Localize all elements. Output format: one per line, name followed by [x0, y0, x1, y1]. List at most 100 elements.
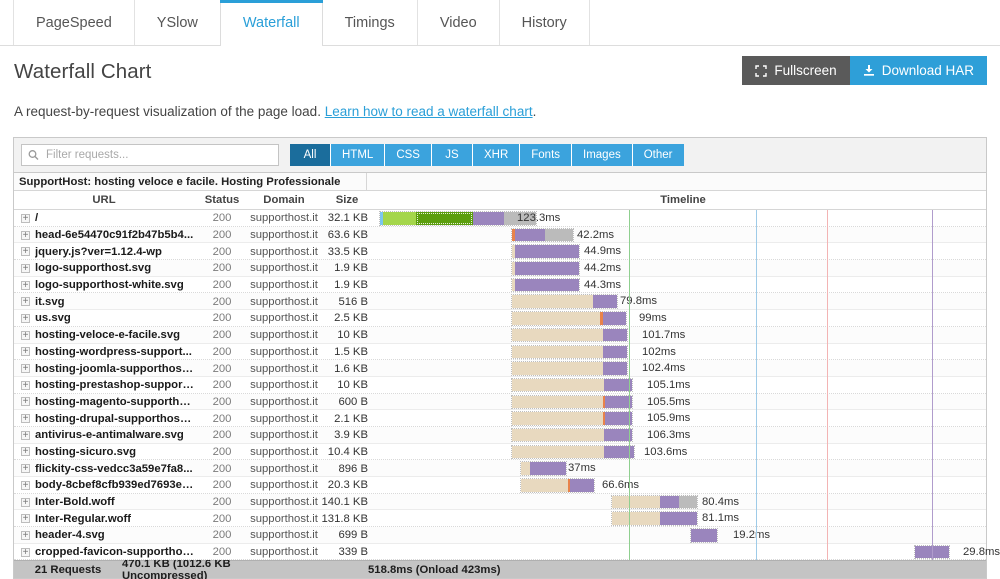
search-input[interactable]: [21, 144, 279, 166]
filter-html[interactable]: HTML: [331, 144, 386, 166]
timeline-bar[interactable]: [690, 528, 718, 543]
fullscreen-button[interactable]: Fullscreen: [742, 56, 850, 85]
table-row[interactable]: + cropped-favicon-supporthos... 200 support…: [14, 543, 1000, 561]
timeline-bar[interactable]: [511, 361, 628, 376]
table-row[interactable]: + body-8cbef8cfb939ed7693e0... 200 supporth…: [14, 477, 986, 494]
cell-timeline: 102.4ms: [380, 360, 986, 377]
subtitle-suffix: .: [532, 104, 537, 119]
table-row[interactable]: + Inter-Bold.woff 200 supporthost.it 140.1 K…: [14, 493, 986, 511]
timeline-bar[interactable]: [511, 277, 580, 293]
table-row[interactable]: + hosting-drupal-supporthost.... 200 suppor…: [14, 410, 986, 427]
expand-row-icon[interactable]: +: [21, 480, 30, 490]
expand-row-icon[interactable]: +: [21, 464, 30, 474]
cell-domain: supporthost.it: [250, 329, 318, 342]
expand-row-icon[interactable]: +: [21, 347, 30, 357]
table-row[interactable]: + header-4.svg 200 supporthost.it 699 B 19.2m…: [14, 527, 986, 544]
expand-row-icon[interactable]: +: [21, 414, 30, 424]
table-row[interactable]: + hosting-magento-supportho... 200 supporth…: [14, 393, 986, 411]
tab-waterfall[interactable]: Waterfall: [219, 0, 323, 46]
timeline-bar[interactable]: [511, 344, 628, 359]
filter-images[interactable]: Images: [572, 144, 633, 166]
filter-js[interactable]: JS: [431, 144, 473, 166]
waterfall-help-link[interactable]: Learn how to read a waterfall chart: [325, 104, 533, 119]
timeline-bar[interactable]: [611, 511, 698, 526]
table-body: +/200 supporthost.it 32.1 KB 123.3ms + head-6…: [14, 210, 1000, 561]
filter-fonts[interactable]: Fonts: [520, 144, 573, 166]
tab-yslow[interactable]: YSlow: [133, 0, 221, 45]
table-row[interactable]: + us.svg 200 supporthost.it 2.5 KB 99ms: [14, 310, 986, 327]
tab-pagespeed[interactable]: PageSpeed: [13, 0, 135, 45]
timeline-bar[interactable]: [511, 327, 628, 343]
filter-xhr[interactable]: XHR: [472, 144, 521, 166]
timeline-bar[interactable]: [511, 377, 633, 393]
expand-row-icon[interactable]: +: [21, 497, 30, 507]
expand-row-icon[interactable]: +: [21, 263, 30, 273]
bar-segment-wait: [593, 295, 617, 308]
table-row[interactable]: + hosting-sicuro.svg 200 supporthost.it 10.4…: [14, 443, 986, 461]
table-row[interactable]: + hosting-wordpress-support... 200 supporth…: [14, 343, 986, 361]
cell-status: 200: [212, 262, 232, 275]
timeline-bar[interactable]: [511, 444, 635, 460]
column-header-url[interactable]: URL: [14, 194, 194, 206]
column-header-timeline[interactable]: Timeline: [380, 194, 986, 206]
table-row[interactable]: + jquery.js?ver=1.12.4-wp 200 supporthost.i…: [14, 243, 986, 261]
table-row[interactable]: +/200 supporthost.it 32.1 KB 123.3ms: [14, 210, 986, 227]
table-row[interactable]: + head-6e54470c91f2b47b5b4... 200 supportho…: [14, 226, 986, 244]
expand-row-icon[interactable]: +: [21, 280, 30, 290]
timeline-bar[interactable]: [511, 394, 633, 410]
expand-row-icon[interactable]: +: [21, 547, 30, 557]
expand-row-icon[interactable]: +: [21, 514, 30, 524]
timeline-bar[interactable]: [511, 261, 580, 276]
cell-url: + /: [14, 212, 194, 224]
table-row[interactable]: + it.svg 200 supporthost.it 516 B 79.8ms: [14, 293, 986, 311]
filter-css[interactable]: CSS: [385, 144, 432, 166]
expand-row-icon[interactable]: +: [21, 447, 30, 457]
tab-timings[interactable]: Timings: [321, 0, 418, 45]
column-header-size[interactable]: Size: [318, 194, 376, 206]
timeline-bar[interactable]: [511, 244, 580, 259]
timeline-bar[interactable]: [511, 294, 618, 309]
timeline-bar[interactable]: [379, 211, 537, 226]
timeline-bar[interactable]: [520, 461, 567, 476]
column-header-domain[interactable]: Domain: [250, 194, 318, 206]
table-row[interactable]: + antivirus-e-antimalware.svg 200 supportho…: [14, 426, 986, 444]
expand-row-icon[interactable]: +: [21, 313, 30, 323]
expand-row-icon[interactable]: +: [21, 330, 30, 340]
filter-all[interactable]: All: [290, 144, 331, 166]
timeline-bar[interactable]: [511, 227, 574, 243]
page-group-row: SupportHost: hosting veloce e facile. Ho…: [14, 173, 986, 191]
expand-row-icon[interactable]: +: [21, 213, 30, 223]
expand-row-icon[interactable]: +: [21, 247, 30, 257]
expand-row-icon[interactable]: +: [21, 430, 30, 440]
expand-row-icon[interactable]: +: [21, 380, 30, 390]
table-row[interactable]: + logo-supporthost.svg 200 supporthost.it 1.…: [14, 260, 986, 277]
bar-segment-wait: [660, 512, 697, 525]
table-row[interactable]: + flickity-css-vedcc3a59e7fa8... 200 suppor…: [14, 460, 986, 477]
subtitle-prefix: A request-by-request visualization of th…: [14, 104, 325, 119]
timeline-bar[interactable]: [914, 544, 950, 560]
expand-row-icon[interactable]: +: [21, 530, 30, 540]
expand-row-icon[interactable]: +: [21, 397, 30, 407]
table-row[interactable]: + hosting-veloce-e-facile.svg 200 supportho…: [14, 326, 986, 344]
timeline-bar[interactable]: [520, 478, 595, 493]
cell-url: + antivirus-e-antimalware.svg: [14, 429, 194, 441]
table-row[interactable]: + logo-supporthost-white.svg 200 supporthos…: [14, 276, 986, 294]
timeline-bar[interactable]: [611, 494, 698, 510]
table-row[interactable]: + Inter-Regular.woff 200 supporthost.it 131.…: [14, 510, 986, 528]
cell-url: + Inter-Regular.woff: [14, 513, 194, 525]
timeline-bar[interactable]: [511, 411, 633, 426]
timeline-bar[interactable]: [511, 311, 627, 326]
column-header-status[interactable]: Status: [194, 194, 250, 206]
expand-row-icon[interactable]: +: [21, 230, 30, 240]
filter-other[interactable]: Other: [632, 144, 684, 166]
tab-history[interactable]: History: [498, 0, 590, 45]
expand-row-icon[interactable]: +: [21, 297, 30, 307]
timeline-bar[interactable]: [511, 427, 633, 443]
cell-domain: supporthost.it: [250, 212, 318, 225]
timeline-duration-label: 105.5ms: [647, 395, 691, 408]
table-row[interactable]: + hosting-joomla-supporthost.... 200 suppor…: [14, 360, 986, 377]
table-row[interactable]: + hosting-prestashop-support... 200 support…: [14, 376, 986, 394]
tab-video[interactable]: Video: [416, 0, 500, 45]
download-har-button[interactable]: Download HAR: [849, 56, 987, 85]
expand-row-icon[interactable]: +: [21, 364, 30, 374]
